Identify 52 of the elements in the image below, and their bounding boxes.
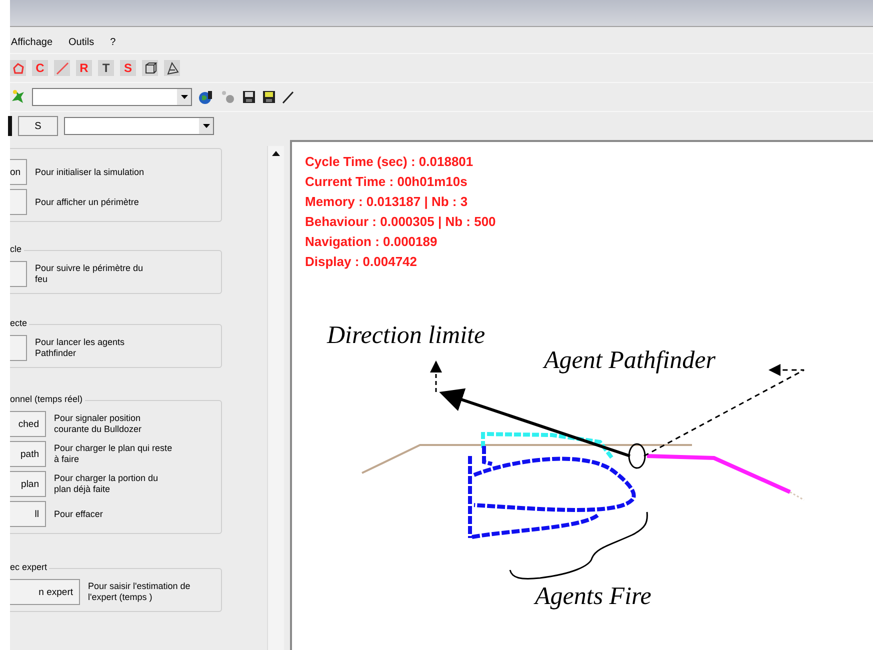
button-description: Pour lancer les agents Pathfinder [35,337,126,359]
dropdown-field[interactable] [32,88,192,106]
panel-button[interactable] [10,261,27,287]
button-description: Pour saisir l'estimation de l'expert (temps ) [88,581,192,603]
panel-button[interactable] [10,335,27,361]
menu-item[interactable]: ? [109,36,117,48]
menu-item[interactable]: Outils [68,36,96,48]
letter-tool-button[interactable]: T [98,60,114,76]
group-legend: ec expert [10,562,50,572]
line-tool-button[interactable] [54,60,70,76]
stat-line: Behaviour : 0.000305 | Nb : 500 [305,213,496,231]
button-description: Pour initialiser la simulation [35,166,144,178]
panel-button[interactable]: ll [10,501,46,527]
group-legend: ecte [10,318,30,328]
save-icon[interactable] [262,90,276,104]
button-description: Pour signaler position courante du Bulldozer [54,413,143,435]
button-description: Pour effacer [54,508,103,520]
panel-button[interactable]: n expert [10,579,80,605]
group-legend: cle [10,244,24,254]
s-button[interactable]: S [18,116,58,136]
stat-line: Memory : 0.013187 | Nb : 3 [305,193,469,211]
shape-tool-button[interactable] [164,60,180,76]
pencil-icon[interactable] [282,90,294,104]
group-legend: onnel (temps réel) [10,394,85,404]
direction-label: Direction limite [327,322,486,349]
panel-button[interactable]: plan [10,471,46,497]
bird-icon[interactable] [10,89,26,105]
stat-line: Display : 0.004742 [305,253,418,271]
button-description: Pour charger la portion du plan déjà faite [54,473,160,495]
polygon-tool-button[interactable] [10,60,26,76]
button-description: Pour suivre le périmètre du feu [35,263,144,285]
panel-button[interactable] [10,189,27,215]
button-description: Pour afficher un périmètre [35,196,139,208]
cube-tool-button[interactable] [142,60,158,76]
stat-line: Navigation : 0.000189 [305,233,438,251]
button-description: Pour charger le plan qui reste à faire [54,443,174,465]
dropdown-arrow-icon[interactable] [202,124,210,128]
panel-button[interactable]: path [10,441,46,467]
fire-agents-label: Agents Fire [535,583,652,610]
dropdown-arrow-icon[interactable] [180,95,188,99]
panel-button[interactable]: ched [10,411,46,437]
menu-item[interactable]: Affichage [10,36,54,48]
pathfinder-marker [628,443,646,469]
stat-line: Cycle Time (sec) : 0.018801 [305,153,474,171]
dropdown-field[interactable] [64,117,214,135]
panel-button[interactable]: on [10,159,27,185]
dots-icon[interactable] [220,89,236,105]
globe-icon[interactable] [198,89,214,105]
pathfinder-label: Agent Pathfinder [544,347,716,374]
stat-line: Current Time : 00h01m10s [305,173,468,191]
terrain-line [790,491,804,501]
save-icon[interactable] [242,90,256,104]
